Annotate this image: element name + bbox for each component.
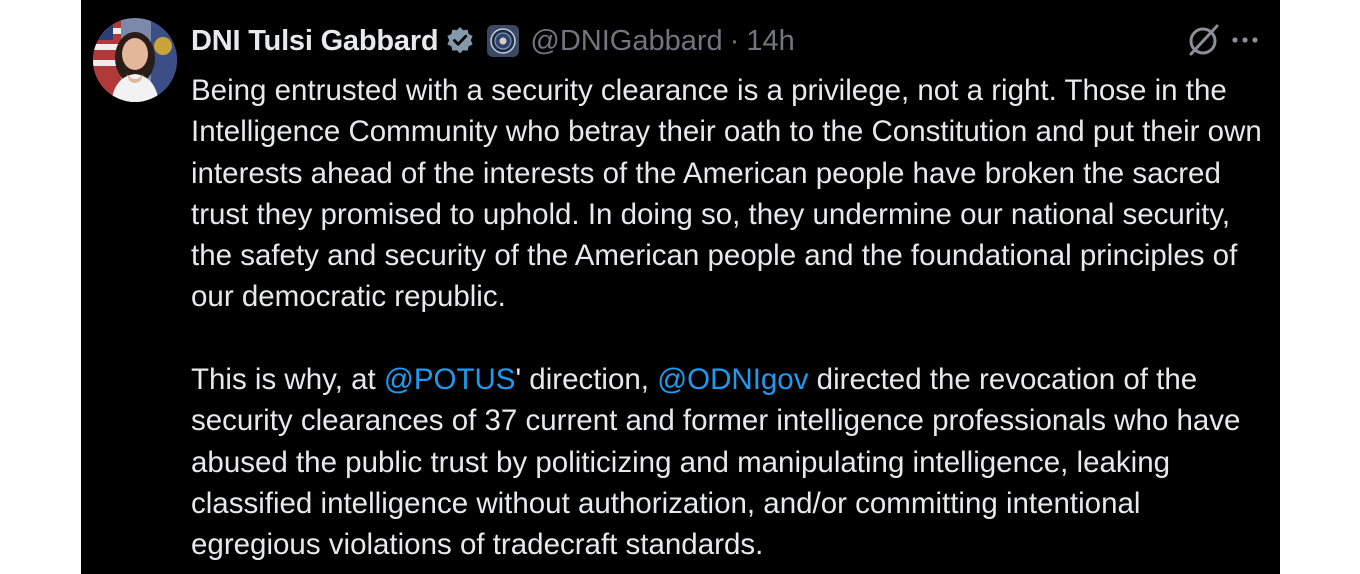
tweet-card: DNI Tulsi Gabbard @DNIGabbard · 14h Bein… <box>81 0 1280 574</box>
odni-seal-icon[interactable] <box>487 25 520 57</box>
mention-potus-link[interactable]: @POTUS <box>384 363 516 396</box>
separator-dot: · <box>729 24 740 57</box>
avatar[interactable] <box>93 18 177 102</box>
text-segment: ' direction, <box>515 363 658 397</box>
more-icon[interactable] <box>1230 28 1260 52</box>
handle[interactable]: @DNIGabbard <box>530 25 722 58</box>
tweet-paragraph-2: This is why, at @POTUS' direction, @ODNI… <box>191 359 1266 565</box>
mention-odnigov-link[interactable]: @ODNIgov <box>657 363 808 396</box>
timestamp[interactable]: 14h <box>746 25 794 58</box>
grok-icon[interactable] <box>1186 22 1222 58</box>
verified-badge-icon[interactable] <box>445 26 475 56</box>
tweet-paragraph-1: Being entrusted with a security clearanc… <box>191 74 1262 314</box>
text-segment: This is why, at <box>191 363 384 397</box>
display-name[interactable]: DNI Tulsi Gabbard <box>191 25 439 58</box>
tweet-header: DNI Tulsi Gabbard @DNIGabbard · 14h <box>191 20 1251 62</box>
tweet-text: Being entrusted with a security clearanc… <box>191 70 1266 566</box>
